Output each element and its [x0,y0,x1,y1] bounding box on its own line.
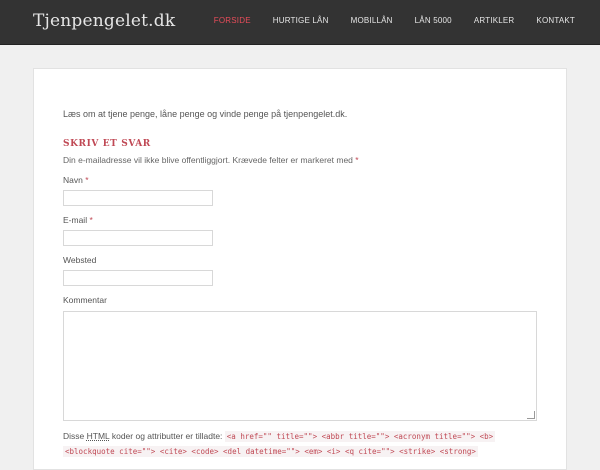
allowed-suffix: koder og attributter er tilladte: [111,431,223,441]
resize-handle-icon[interactable] [527,411,535,419]
email-label-text: E-mail [63,215,88,225]
allowed-prefix: Disse [63,431,85,441]
allowed-tags-code-1: <a href="" title=""> <abbr title=""> <ac… [224,431,496,442]
name-label-text: Navn [63,175,83,185]
website-label: Websted [63,255,97,265]
name-required-mark: * [85,175,89,185]
nav-item-laan-5000[interactable]: LÅN 5000 [415,16,452,25]
top-navbar: Tjenpengelet.dk FORSIDE HURTIGE LÅN MOBI… [0,0,600,45]
nav-item-kontakt[interactable]: KONTAKT [536,16,575,25]
main-nav: FORSIDE HURTIGE LÅN MOBILLÅN LÅN 5000 AR… [192,16,575,25]
nav-item-forside[interactable]: FORSIDE [214,16,251,25]
content-card: Læs om at tjene penge, låne penge og vin… [33,68,567,470]
email-label: E-mail * [63,215,93,225]
required-mark: * [355,155,359,165]
comment-textarea[interactable] [63,311,537,421]
reply-title: SKRIV ET SVAR [63,139,151,149]
website-input[interactable] [63,270,213,286]
name-label: Navn * [63,175,89,185]
html-abbr: HTML [86,431,110,441]
intro-text: Læs om at tjene penge, låne penge og vin… [63,109,348,119]
comment-notes-text: Din e-mailadresse vil ikke blive offentl… [63,155,353,165]
allowed-tags-note: Disse HTML koder og attributter er tilla… [63,429,543,459]
nav-item-hurtige-laan[interactable]: HURTIGE LÅN [273,16,329,25]
comment-label: Kommentar [63,295,107,305]
name-input[interactable] [63,190,213,206]
nav-item-mobillaan[interactable]: MOBILLÅN [351,16,393,25]
email-required-mark: * [89,215,93,225]
allowed-tags-code-2: <blockquote cite=""> <cite> <code> <del … [63,446,478,457]
comment-notes: Din e-mailadresse vil ikke blive offentl… [63,155,359,165]
nav-item-artikler[interactable]: ARTIKLER [474,16,515,25]
site-brand[interactable]: Tjenpengelet.dk [33,11,175,31]
email-input[interactable] [63,230,213,246]
